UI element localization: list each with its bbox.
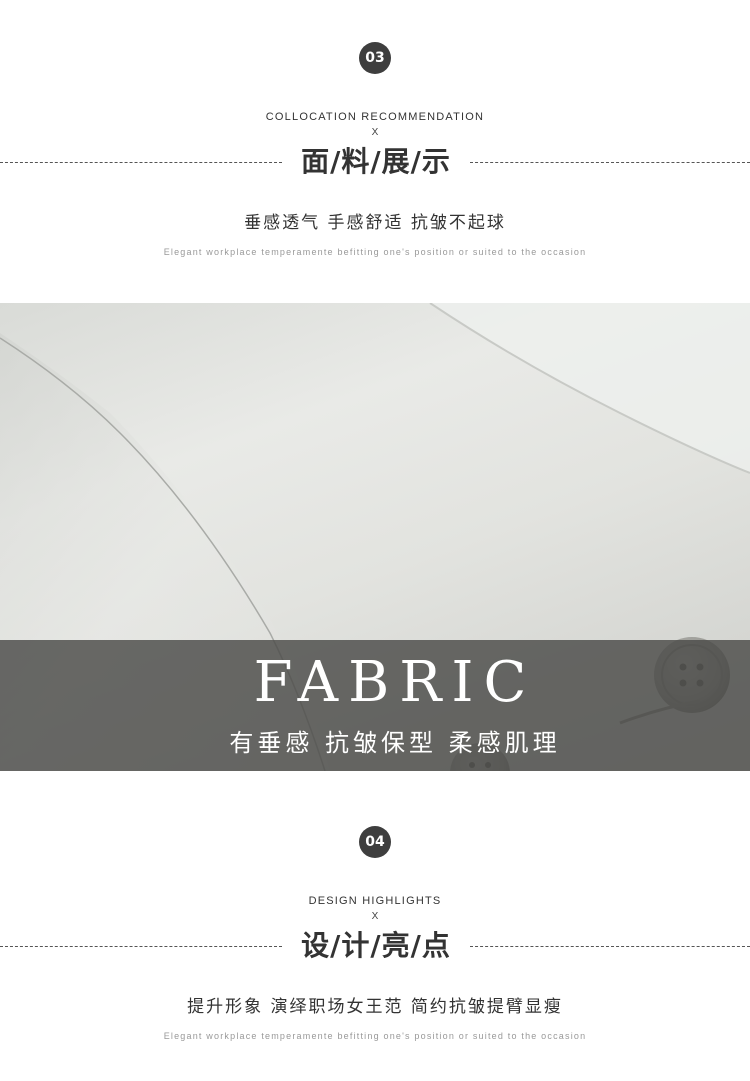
section-tagline: Elegant workplace temperamente befitting…	[163, 1031, 587, 1041]
fabric-banner-subtitle: 有垂感 抗皱保型 柔感肌理	[229, 729, 561, 757]
section-03-header: 03 COLLOCATION RECOMMENDATION X 面/料/展/示 …	[0, 0, 750, 303]
section-number-badge: 03	[359, 42, 391, 74]
fabric-banner-title: FABRIC	[253, 650, 537, 715]
section-04-header: 04 DESIGN HIGHLIGHTS X 设/计/亮/点 提升形象 演绎职场…	[0, 771, 750, 1081]
section-eyebrow: COLLOCATION RECOMMENDATION	[265, 111, 485, 123]
fabric-photo: FABRIC 有垂感 抗皱保型 柔感肌理	[0, 303, 750, 771]
x-mark: X	[371, 911, 379, 922]
section-number-badge: 04	[359, 826, 391, 858]
dashed-divider-left	[0, 946, 282, 947]
section-eyebrow: DESIGN HIGHLIGHTS	[308, 895, 442, 907]
dashed-divider-right	[470, 946, 750, 947]
title-row: 设/计/亮/点	[0, 926, 750, 966]
title-row: 面/料/展/示	[0, 142, 750, 182]
section-subtitle: 垂感透气 手感舒适 抗皱不起球	[244, 213, 506, 233]
section-title: 设/计/亮/点	[301, 929, 451, 962]
section-title: 面/料/展/示	[301, 145, 451, 178]
section-tagline: Elegant workplace temperamente befitting…	[163, 247, 587, 257]
section-subtitle: 提升形象 演绎职场女王范 简约抗皱提臂显瘦	[187, 997, 563, 1017]
dashed-divider-right	[470, 162, 750, 163]
x-mark: X	[371, 127, 379, 138]
dashed-divider-left	[0, 162, 282, 163]
